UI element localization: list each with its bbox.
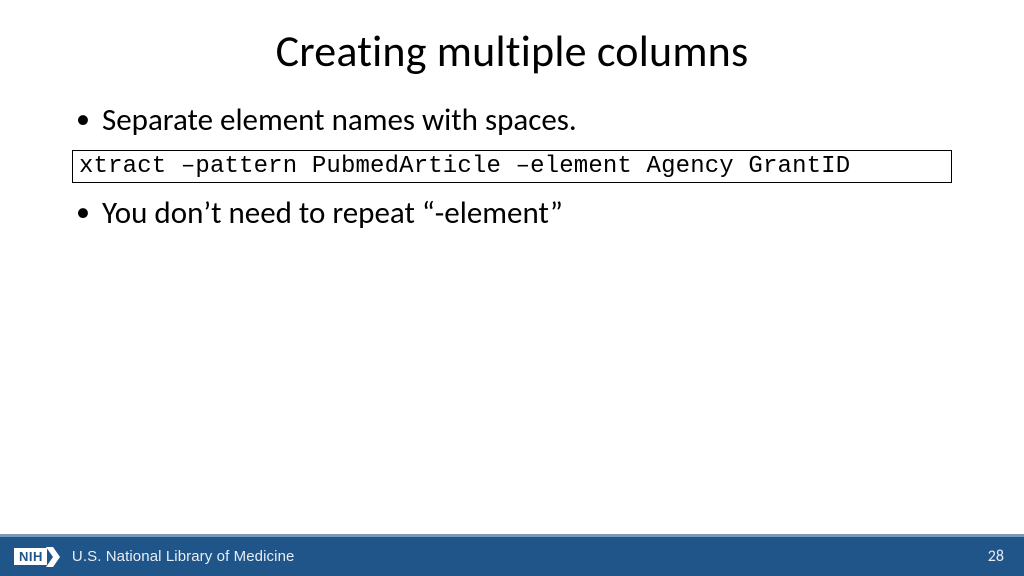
slide-footer: NIH U.S. National Library of Medicine 28 [0,534,1024,576]
footer-brand: NIH U.S. National Library of Medicine [14,547,294,567]
slide-body: Separate element names with spaces. xtra… [0,78,1024,235]
library-name: U.S. National Library of Medicine [72,548,295,565]
bullet-item: You don’t need to repeat “-element” [72,193,952,235]
chevron-right-icon [46,547,60,567]
nih-logo-text: NIH [14,548,47,565]
nih-logo: NIH [14,547,60,567]
code-example: xtract –pattern PubmedArticle –element A… [72,150,952,183]
bullet-list: You don’t need to repeat “-element” [72,193,952,235]
page-number: 28 [988,547,1004,566]
bullet-item: Separate element names with spaces. [72,100,952,142]
slide-title: Creating multiple columns [0,0,1024,78]
bullet-list: Separate element names with spaces. [72,100,952,142]
slide: Creating multiple columns Separate eleme… [0,0,1024,576]
